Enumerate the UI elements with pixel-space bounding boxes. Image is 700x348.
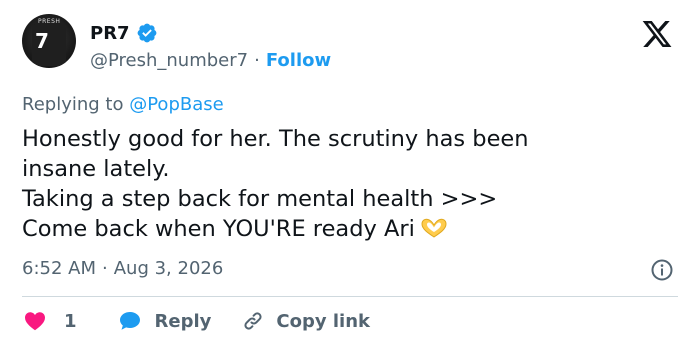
copy-link-label: Copy link <box>276 310 370 332</box>
reply-label: Reply <box>154 310 212 332</box>
reply-bubble-icon <box>119 312 140 330</box>
handle-separator: · <box>254 49 260 71</box>
x-logo-icon[interactable] <box>640 18 674 50</box>
avatar-jersey-tag: PRESH <box>38 18 61 25</box>
replying-to-mention[interactable]: @PopBase <box>129 94 223 115</box>
like-button[interactable]: 1 <box>22 309 77 333</box>
tweet-actions: 1 Reply Copy link <box>22 306 370 336</box>
author-name-row: PR7 <box>90 20 158 46</box>
author-display-name[interactable]: PR7 <box>90 23 130 44</box>
info-icon[interactable] <box>650 258 674 282</box>
tweet-line: insane lately. <box>22 156 170 182</box>
heart-hands-emoji-icon <box>421 218 447 238</box>
divider <box>22 296 678 297</box>
tweet-line: Honestly good for her. The scrutiny has … <box>22 126 529 152</box>
tweet-date: Aug 3, 2026 <box>113 258 224 279</box>
reply-button[interactable]: Reply <box>117 309 212 333</box>
heart-icon <box>25 312 45 331</box>
avatar[interactable]: PRESH 7 <box>22 14 76 68</box>
verified-badge-icon <box>137 23 156 43</box>
tweet-time: 6:52 AM <box>22 258 96 279</box>
follow-button[interactable]: Follow <box>266 50 331 71</box>
author-handle-row: @Presh_number7 · Follow <box>90 48 331 72</box>
tweet-line: Taking a step back for mental health >>> <box>22 186 498 212</box>
tweet-timestamp[interactable]: 6:52 AM · Aug 3, 2026 <box>22 258 223 279</box>
replying-to-prefix: Replying to <box>22 94 124 115</box>
tweet-line-text: Come back when YOU'RE ready Ari <box>22 216 415 242</box>
tweet-line-last: Come back when YOU'RE ready Ari <box>22 214 642 244</box>
like-count: 1 <box>64 310 77 332</box>
tweet-text: Honestly good for her. The scrutiny has … <box>22 124 642 244</box>
replying-to: Replying to @PopBase <box>22 94 224 115</box>
avatar-jersey-number: 7 <box>35 29 49 53</box>
link-icon <box>244 312 262 330</box>
copy-link-button[interactable]: Copy link <box>241 309 370 333</box>
timestamp-separator: · <box>102 258 108 279</box>
author-handle[interactable]: @Presh_number7 <box>90 50 248 71</box>
